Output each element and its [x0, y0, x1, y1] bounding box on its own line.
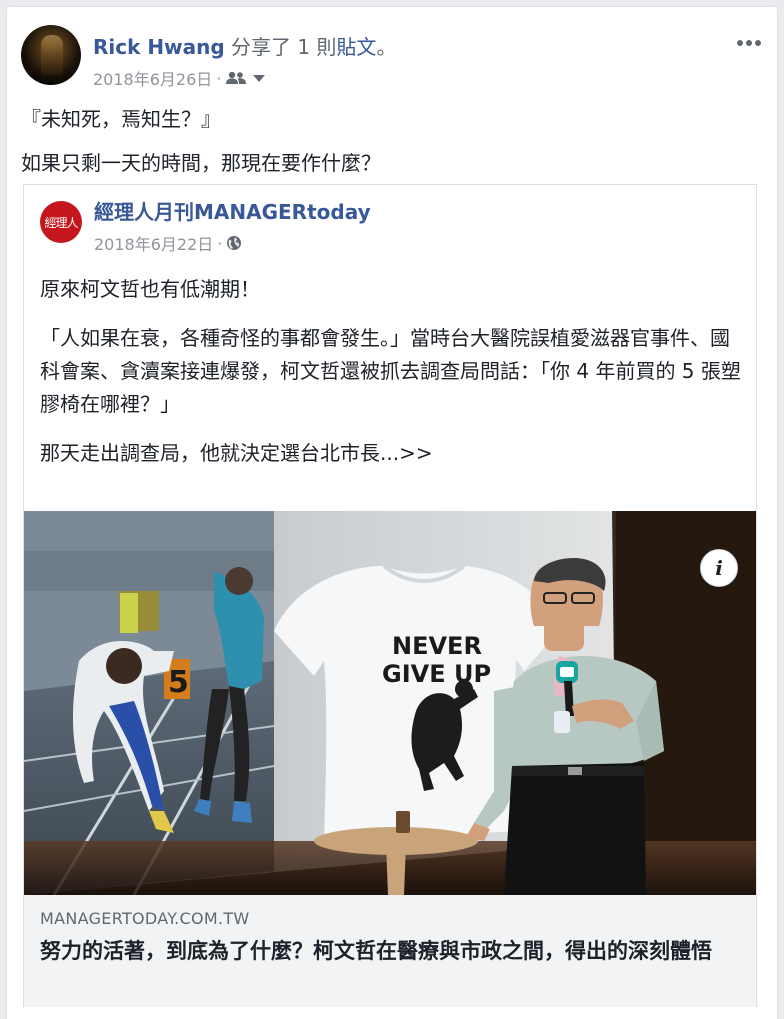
shirt-text-never: NEVER: [392, 632, 482, 660]
post-text-line: 如果只剩一天的時間，那現在要作什麼？: [21, 151, 381, 175]
author-line: Rick Hwang 分享了 1 則貼文。: [93, 34, 396, 60]
link-preview[interactable]: MANAGERTODAY.COM.TW 努力的活著，到底為了什麼？柯文哲在醫療與…: [24, 895, 756, 1007]
page-logo[interactable]: 經理人: [40, 201, 82, 243]
meta-separator: ·: [216, 68, 222, 88]
shared-post-link[interactable]: 貼文: [336, 35, 376, 59]
post-card: Rick Hwang 分享了 1 則貼文。 2018年6月26日 · 『未知死，…: [6, 6, 778, 1019]
action-prefix: 分享了 1 則: [224, 35, 337, 59]
shared-post-body: 原來柯文哲也有低潮期！ 「人如果在衰，各種奇怪的事都會發生。」當時台大醫院誤植愛…: [40, 273, 742, 486]
article-image-scene: 5 NEVER GIVE UP: [24, 511, 756, 895]
shirt-text-give-up: GIVE UP: [382, 660, 491, 688]
shared-post-header: 經理人 經理人月刊MANAGERtoday 2018年6月22日 ·: [40, 199, 740, 259]
meta-separator: ·: [217, 233, 223, 253]
author-name[interactable]: Rick Hwang: [93, 35, 225, 59]
shared-post-date[interactable]: 2018年6月22日: [94, 231, 213, 255]
page-name[interactable]: 經理人月刊MANAGERtoday: [94, 199, 371, 225]
lane-number: 5: [168, 665, 189, 700]
post-date[interactable]: 2018年6月26日: [93, 66, 212, 90]
shared-paragraph: 原來柯文哲也有低潮期！: [40, 277, 260, 301]
shared-paragraph: 「人如果在衰，各種奇怪的事都會發生。」當時台大醫院誤植愛滋器官事件、國科會案、貪…: [40, 326, 741, 416]
avatar[interactable]: [21, 25, 81, 85]
link-title[interactable]: 努力的活著，到底為了什麼？柯文哲在醫療與市政之間，得出的深刻體悟: [40, 935, 740, 967]
shared-post: 經理人 經理人月刊MANAGERtoday 2018年6月22日 · 原來柯文哲…: [23, 184, 757, 1007]
more-options-icon[interactable]: [735, 33, 763, 53]
post-text-line: 『未知死，焉知生？』: [21, 107, 221, 131]
shared-paragraph: 那天走出調查局，他就決定選台北市長...>>: [40, 441, 433, 465]
article-image[interactable]: 5 NEVER GIVE UP: [24, 511, 756, 895]
shared-post-meta: 2018年6月22日 ·: [94, 231, 242, 255]
info-icon[interactable]: i: [700, 549, 738, 587]
globe-icon: [227, 236, 242, 250]
post-text: 『未知死，焉知生？』 如果只剩一天的時間，那現在要作什麼？: [21, 103, 763, 191]
audience-dropdown-icon[interactable]: [253, 74, 266, 82]
post-meta: 2018年6月26日 ·: [93, 66, 266, 90]
friends-icon[interactable]: [225, 71, 247, 85]
post-header: Rick Hwang 分享了 1 則貼文。 2018年6月26日 ·: [21, 25, 763, 90]
link-domain: MANAGERTODAY.COM.TW: [40, 909, 250, 928]
action-suffix: 。: [376, 35, 397, 59]
